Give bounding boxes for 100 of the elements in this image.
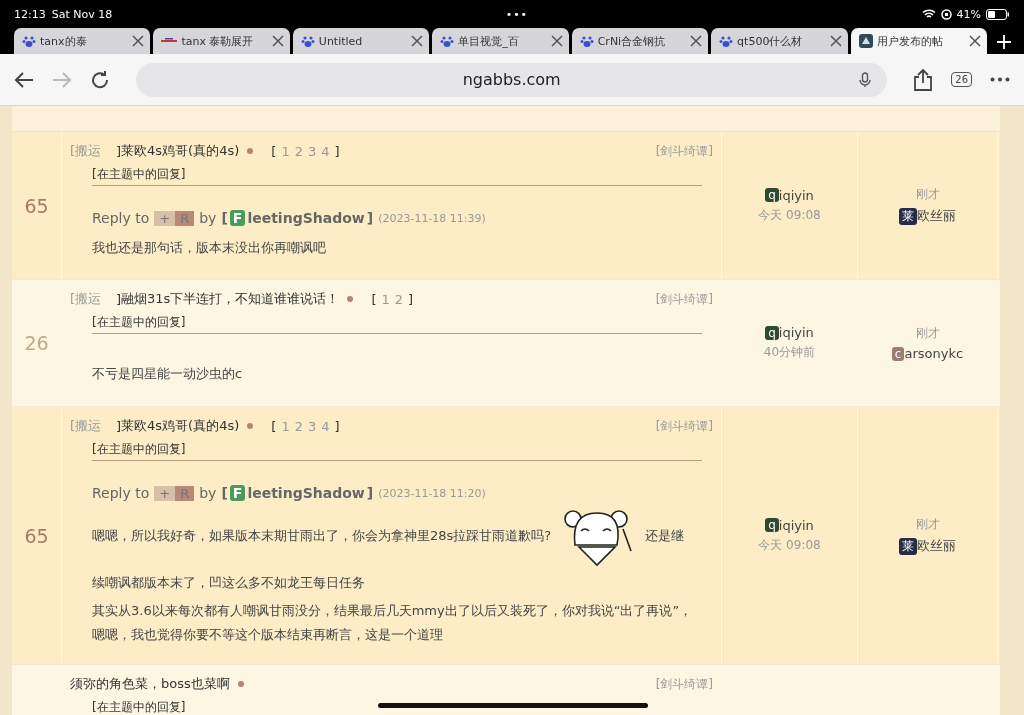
address-field[interactable]: ngabbs.com xyxy=(136,62,888,97)
page-bracket: ] xyxy=(334,143,340,159)
date: Sat Nov 18 xyxy=(51,7,113,21)
user-badge: + xyxy=(154,485,176,501)
reply-to-label: Reply to xyxy=(92,485,150,501)
reply-count: 65 xyxy=(24,194,49,217)
topic-title[interactable]: 融烟31s下半连打，不知道谁谁说话！ xyxy=(121,290,340,308)
bracket: [ xyxy=(221,210,228,226)
author-name[interactable]: iqiyin xyxy=(778,517,814,533)
reply-label[interactable]: [在主题中的回复] xyxy=(92,315,186,329)
multitask-dots[interactable]: ••• xyxy=(505,7,529,21)
user-avatar: c xyxy=(891,346,905,361)
reply-time: (2023-11-18 11:20) xyxy=(378,486,486,500)
user-name[interactable]: leetingShadow xyxy=(247,485,365,501)
page-bracket: ] xyxy=(408,291,414,307)
paw-icon xyxy=(719,34,734,48)
paw-icon xyxy=(579,34,594,48)
post-time: 今天 09:08 xyxy=(758,206,821,224)
wifi-icon xyxy=(921,9,936,19)
reply-time: (2023-11-18 11:39) xyxy=(378,211,486,225)
reply-to-label: Reply to xyxy=(92,210,150,226)
user-avatar: q xyxy=(765,325,779,340)
share-icon[interactable] xyxy=(913,68,934,91)
close-icon[interactable] xyxy=(968,35,981,47)
browser-tab[interactable]: 用户发布的帖 xyxy=(850,28,987,54)
topic-title[interactable]: 须弥的角色菜，boss也菜啊 xyxy=(70,675,230,693)
by-label: by xyxy=(199,485,217,501)
topic-tag: [搬运 xyxy=(70,142,116,160)
by-label: by xyxy=(199,210,217,226)
topic-title[interactable]: 莱欧4s鸡哥(真的4s) xyxy=(121,417,240,435)
browser-tab[interactable]: CrNi合金钢抗 xyxy=(571,28,709,54)
bracket: [ xyxy=(221,485,228,501)
reply-count: 65 xyxy=(24,524,49,547)
unread-dot-icon xyxy=(247,423,254,429)
user-avatar: F xyxy=(229,210,246,226)
site-icon xyxy=(858,34,873,48)
microphone-icon[interactable] xyxy=(859,71,872,88)
tab-count-button[interactable]: 26 xyxy=(951,72,972,87)
page-bracket: [ xyxy=(271,418,277,434)
unread-dot-icon xyxy=(247,148,254,154)
post-text: 其实从3.6以来每次都有人嘲讽甘雨没分，结果最后几天mmy出了以后又装死了，你对我说“出了再说”，嗯嗯，我也觉得你要不等这个版本结束再断言，这是一个道理 xyxy=(92,603,693,642)
browser-tab[interactable]: tanx 泰勒展开 xyxy=(153,28,290,54)
topic-title[interactable]: 莱欧4s鸡哥(真的4s) xyxy=(121,142,240,160)
topic-tag: [搬运 xyxy=(70,290,116,308)
user-avatar: q xyxy=(765,518,779,532)
author-name[interactable]: iqiyin xyxy=(778,187,814,203)
unread-dot-icon xyxy=(237,681,244,687)
close-icon[interactable] xyxy=(690,35,703,47)
topic-tag: [搬运 xyxy=(70,417,116,435)
close-icon[interactable] xyxy=(550,35,563,47)
last-reply-time: 刚才 xyxy=(915,325,940,342)
user-avatar: 莱 xyxy=(899,207,917,225)
browser-tab[interactable]: Untitled xyxy=(292,28,430,54)
browser-tab[interactable]: 单目视觉_百 xyxy=(432,28,569,54)
reply-label[interactable]: [在主题中的回复] xyxy=(92,442,186,456)
tag-bracket: ] xyxy=(116,291,122,307)
browser-tab[interactable]: qt500什么材 xyxy=(711,28,848,54)
last-replier-name[interactable]: 欧丝丽 xyxy=(917,207,956,225)
user-name[interactable]: leetingShadow xyxy=(247,210,365,226)
user-avatar: q xyxy=(765,188,779,202)
page-bracket: [ xyxy=(371,291,377,307)
battery-percent: 41% xyxy=(956,7,981,21)
user-badge: R xyxy=(175,210,195,226)
post-time: 今天 09:08 xyxy=(758,536,821,554)
post-text: 续嘲讽都版本末了，凹这么多不如龙王每日任务 xyxy=(92,575,365,590)
close-icon[interactable] xyxy=(411,35,424,47)
author-name[interactable]: iqiyin xyxy=(778,325,814,340)
post-text: 我也还是那句话，版本末没出你再嘲讽吧 xyxy=(92,240,326,255)
close-icon[interactable] xyxy=(271,35,284,47)
post-text: 不亏是四星能一动沙虫的c xyxy=(92,366,243,381)
reply-label[interactable]: [在主题中的回复] xyxy=(92,700,186,714)
tag-bracket: ] xyxy=(116,418,122,434)
paw-icon xyxy=(22,34,36,48)
close-icon[interactable] xyxy=(132,35,145,47)
last-replier-name[interactable]: 欧丝丽 xyxy=(917,537,956,555)
more-icon[interactable] xyxy=(990,77,1010,82)
last-reply-time: 刚才 xyxy=(915,186,940,203)
post-text: 嗯嗯，所以我好奇，如果版本末期甘雨出了，你会为拿神里28s拉踩甘雨道歉吗? xyxy=(92,527,552,545)
close-icon[interactable] xyxy=(829,35,842,47)
tag-bracket: ] xyxy=(116,143,122,159)
browser-tab[interactable]: tanx的泰 xyxy=(14,28,151,54)
reply-label[interactable]: [在主题中的回复] xyxy=(92,167,186,181)
user-badge: + xyxy=(154,210,176,226)
user-avatar: 莱 xyxy=(899,537,917,555)
reply-count: 26 xyxy=(24,332,49,354)
post-text: 还是继 xyxy=(645,527,685,545)
page-bracket: ] xyxy=(334,418,340,434)
reload-icon[interactable] xyxy=(90,69,110,90)
last-replier-name[interactable]: arsonykc xyxy=(904,346,964,361)
unread-dot-icon xyxy=(347,296,354,302)
paw-icon xyxy=(300,34,315,48)
bracket: ] xyxy=(366,210,374,226)
lock-rotation-icon xyxy=(940,8,952,20)
paw-icon xyxy=(440,34,455,48)
page-bracket: [ xyxy=(271,143,277,159)
back-icon[interactable] xyxy=(14,70,34,89)
clock: 12:13 xyxy=(14,7,46,21)
battery-icon xyxy=(986,8,1010,20)
bracket: ] xyxy=(366,485,374,501)
post-time: 40分钟前 xyxy=(763,344,816,361)
